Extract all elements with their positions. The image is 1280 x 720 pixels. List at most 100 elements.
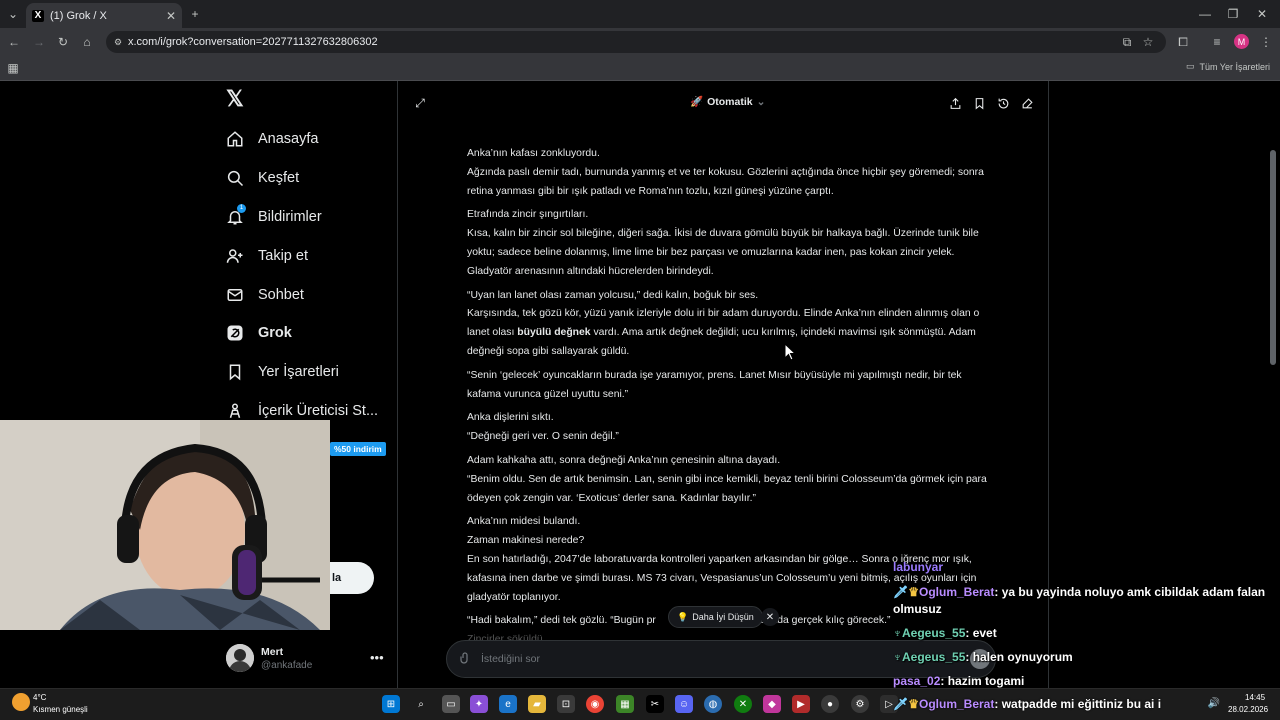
chat-message: ♆Aegeus_55: halen oynuyorum <box>893 650 1073 664</box>
minimize-icon[interactable]: — <box>1198 7 1212 21</box>
video-app-icon[interactable]: ▶ <box>792 695 810 713</box>
crown-badge-icon: ♛ <box>908 585 919 599</box>
copilot-icon[interactable]: ✦ <box>470 695 488 713</box>
browser-menu-icon[interactable]: ⋮ <box>1259 35 1273 49</box>
webcam-overlay <box>0 420 330 630</box>
chat-message: ♆Aegeus_55: evet <box>893 626 997 640</box>
chat-message: labunyar <box>893 560 944 574</box>
back-arrow-icon[interactable]: ← <box>7 35 21 49</box>
settings-gear-icon[interactable]: ⚙ <box>851 695 869 713</box>
file-explorer-icon[interactable]: ▰ <box>528 695 546 713</box>
site-info-icon[interactable]: ⚙ <box>112 36 124 48</box>
x-favicon-icon: X <box>32 9 44 22</box>
sidebar-item-bookmarks[interactable]: Yer İşaretleri <box>226 357 339 387</box>
forward-arrow-icon[interactable]: → <box>32 35 46 49</box>
think-better-close-icon[interactable]: ✕ <box>761 608 779 626</box>
sidebar-item-explore[interactable]: Keşfet <box>226 163 299 193</box>
obs-icon[interactable]: ● <box>821 695 839 713</box>
home-icon <box>226 130 244 148</box>
capcut-icon[interactable]: ✂ <box>646 695 664 713</box>
account-handle: @ankafade <box>261 660 313 671</box>
chrome-icon[interactable]: ◉ <box>586 695 604 713</box>
sidebar-item-label: Takip et <box>258 248 308 264</box>
story-paragraph: “Uyan lan lanet olası zaman yolcusu,” de… <box>467 289 980 357</box>
profile-avatar-icon[interactable]: M <box>1234 34 1249 49</box>
window-close-icon[interactable]: ✕ <box>1255 7 1269 21</box>
new-tab-plus-icon[interactable]: + <box>188 7 202 21</box>
share-icon[interactable] <box>948 96 962 110</box>
discord-icon[interactable]: ☺ <box>675 695 693 713</box>
bookmark-conversation-icon[interactable] <box>972 96 986 110</box>
start-windows-icon[interactable]: ⊞ <box>382 695 400 713</box>
minecraft-icon[interactable]: ▦ <box>616 695 634 713</box>
mail-icon <box>226 286 244 304</box>
mode-selector[interactable]: 🚀 Otomatik ⌄ <box>690 95 765 109</box>
all-bookmarks[interactable]: ▭ Tüm Yer İşaretleri <box>1186 61 1270 72</box>
history-icon[interactable] <box>996 96 1010 110</box>
follow-icon <box>226 247 244 265</box>
sidebar-item-label: Grok <box>258 325 292 341</box>
bookmarks-bar: ▦ ▭ Tüm Yer İşaretleri <box>0 56 1280 81</box>
account-name: Mert <box>261 646 284 658</box>
account-more-icon[interactable]: ••• <box>370 650 384 665</box>
x-logo-icon[interactable]: 𝕏 <box>226 88 248 110</box>
store-icon[interactable]: ⊡ <box>557 695 575 713</box>
weather-temperature: 4°C <box>33 693 47 702</box>
all-bookmarks-label: Tüm Yer İşaretleri <box>1199 61 1270 72</box>
grok-response-text: Anka’nın kafası zonkluyordu. Ağzında pas… <box>467 145 987 655</box>
install-app-icon[interactable]: ⧉ <box>1120 35 1134 49</box>
think-better-button[interactable]: 💡 Daha İyi Düşün <box>668 606 763 628</box>
sidebar-item-chat[interactable]: Sohbet <box>226 280 304 310</box>
weather-sun-icon[interactable] <box>12 693 30 711</box>
post-button[interactable]: la <box>330 562 374 594</box>
xbox-icon[interactable]: ✕ <box>734 695 752 713</box>
volume-icon[interactable]: 🔊 <box>1208 697 1220 709</box>
sword-badge-icon: 🗡 <box>893 585 909 599</box>
tab-close-icon[interactable]: ✕ <box>166 9 176 23</box>
chat-message: 🗡♛Oglum_Berat: watpadde mi eğittiniz bu … <box>893 697 1162 711</box>
creator-icon <box>226 402 244 420</box>
sidebar-item-grok[interactable]: Grok <box>226 318 292 348</box>
chat-message: 🗡♛Oglum_Berat: ya bu yayinda noluyo amk … <box>893 585 1266 616</box>
new-chat-icon[interactable] <box>1020 96 1034 110</box>
sword-badge-icon: 🗡 <box>893 697 909 711</box>
task-view-icon[interactable]: ▭ <box>442 695 460 713</box>
address-bar[interactable]: x.com/i/grok?conversation=20277113276328… <box>106 31 1166 53</box>
mouse-cursor-icon <box>784 342 797 366</box>
tab-search-chevron-icon[interactable]: ⌄ <box>6 7 20 21</box>
edge-icon[interactable]: e <box>499 695 517 713</box>
expand-icon[interactable]: ⤢ <box>413 96 427 110</box>
bookmark-star-icon[interactable]: ☆ <box>1141 35 1155 49</box>
avatar[interactable] <box>226 644 254 672</box>
design-app-icon[interactable]: ◆ <box>763 695 781 713</box>
sidebar-item-label: Anasayfa <box>258 131 319 147</box>
bold-phrase: büyülü değnek <box>517 327 591 339</box>
story-paragraph: Anka dişlerini sıktı. “Değneği geri ver.… <box>467 412 619 443</box>
sidebar-item-home[interactable]: Anasayfa <box>226 124 318 154</box>
extensions-icon[interactable]: ⧠ <box>1176 35 1190 49</box>
home-browser-icon[interactable]: ⌂ <box>80 35 94 49</box>
reading-list-icon[interactable]: ≡ <box>1210 35 1224 49</box>
reload-icon[interactable]: ↻ <box>56 35 70 49</box>
attach-paperclip-icon[interactable] <box>459 651 471 667</box>
sidebar-item-label: Yer İşaretleri <box>258 364 339 380</box>
clock-date: 28.02.2026 <box>1228 705 1269 714</box>
browser-tab[interactable]: X (1) Grok / X ✕ <box>26 3 182 28</box>
story-paragraph: Adam kahkaha attı, sonra değneği Anka’nı… <box>467 454 987 504</box>
weather-description: Kısmen güneşli <box>33 705 88 714</box>
globe-app-icon[interactable]: ◍ <box>704 695 722 713</box>
mode-label: Otomatik <box>707 95 753 108</box>
search-icon <box>226 169 244 187</box>
ask-input-placeholder: İstediğini sor <box>481 653 540 665</box>
sidebar-item-label: Sohbet <box>258 287 304 303</box>
taskbar-search-icon[interactable]: ⌕ <box>412 695 430 713</box>
apps-grid-icon[interactable]: ▦ <box>6 61 20 75</box>
lightbulb-icon: 💡 <box>677 611 689 622</box>
maximize-icon[interactable]: ❐ <box>1226 7 1240 21</box>
mod-badge-icon: ♆ <box>893 626 902 640</box>
think-better-label: Daha İyi Düşün <box>692 612 754 622</box>
sidebar-item-follow[interactable]: Takip et <box>226 241 308 271</box>
page-scrollbar[interactable] <box>1270 150 1276 365</box>
sidebar-item-label: Bildirimler <box>258 209 322 225</box>
bookmark-icon <box>226 363 244 381</box>
